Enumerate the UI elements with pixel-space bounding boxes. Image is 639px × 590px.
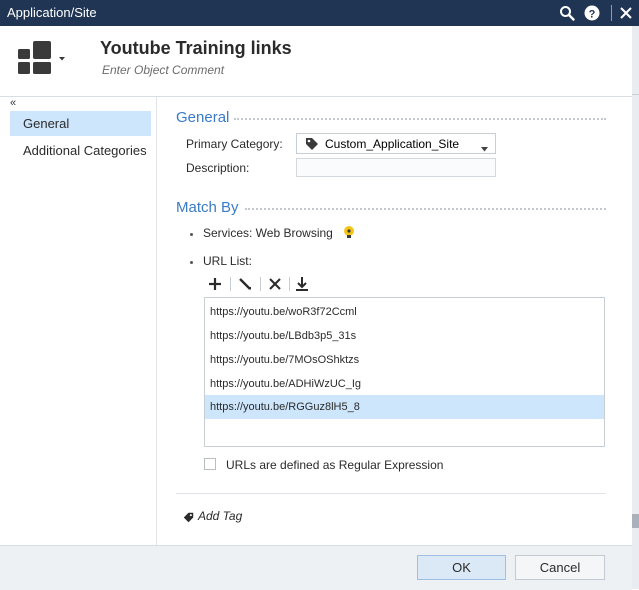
tag-icon: [183, 510, 194, 528]
add-tag-link[interactable]: Add Tag: [198, 509, 242, 523]
description-label: Description:: [186, 161, 250, 175]
url-list-label: URL List:: [203, 254, 252, 268]
toolbar-divider: [260, 277, 261, 291]
regex-checkbox-label[interactable]: URLs are defined as Regular Expression: [226, 458, 443, 472]
warning-bulb-icon: [342, 225, 356, 244]
bullet: [190, 233, 193, 236]
url-list-item[interactable]: https://youtu.be/LBdb3p5_31s: [205, 324, 604, 348]
cancel-button[interactable]: Cancel: [515, 555, 605, 580]
titlebar-divider: [611, 5, 612, 21]
toolbar-divider: [289, 277, 290, 291]
left-navigation: « General Additional Categories: [0, 97, 157, 545]
description-input[interactable]: [296, 158, 496, 177]
background-window-edge: [632, 26, 639, 589]
edit-icon[interactable]: [236, 275, 254, 293]
add-icon[interactable]: [206, 275, 224, 293]
svg-text:?: ?: [589, 8, 596, 20]
close-icon[interactable]: [616, 3, 636, 23]
services-label[interactable]: Services: Web Browsing: [203, 226, 333, 240]
url-list-item-selected[interactable]: https://youtu.be/RGGuz8lH5_8: [205, 395, 604, 419]
help-icon[interactable]: ?: [582, 3, 602, 23]
match-by-section-title: Match By: [176, 199, 239, 216]
collapse-nav-icon[interactable]: «: [10, 97, 16, 109]
title-bar: Application/Site ?: [0, 0, 639, 26]
delete-icon[interactable]: [266, 275, 284, 293]
nav-item-general[interactable]: General: [10, 111, 151, 136]
section-divider: [245, 208, 606, 210]
bullet: [190, 261, 193, 264]
section-divider: [234, 118, 606, 120]
ok-button[interactable]: OK: [417, 555, 506, 580]
nav-item-additional-categories[interactable]: Additional Categories: [10, 138, 151, 163]
url-list-item[interactable]: https://youtu.be/ADHiWzUC_Ig: [205, 372, 604, 396]
window-title: Application/Site: [7, 5, 97, 20]
url-list-item[interactable]: https://youtu.be/woR3f72Ccml: [205, 300, 604, 324]
general-section-title: General: [176, 109, 230, 126]
search-icon[interactable]: [557, 3, 577, 23]
divider: [176, 493, 606, 494]
import-icon[interactable]: [293, 275, 311, 293]
tag-icon: [305, 137, 319, 154]
object-title[interactable]: Youtube Training links: [100, 38, 292, 59]
chevron-down-icon: [481, 141, 488, 155]
url-list-item[interactable]: https://youtu.be/7MOsOShktzs: [205, 348, 604, 372]
object-type-icon[interactable]: [18, 41, 66, 75]
regex-checkbox[interactable]: [204, 458, 216, 470]
primary-category-dropdown[interactable]: Custom_Application_Site: [296, 133, 496, 154]
url-list[interactable]: https://youtu.be/woR3f72Ccml https://you…: [204, 297, 605, 447]
toolbar-divider: [230, 277, 231, 291]
primary-category-label: Primary Category:: [186, 137, 283, 151]
object-header: Youtube Training links Enter Object Comm…: [0, 26, 632, 97]
object-comment-field[interactable]: Enter Object Comment: [102, 63, 224, 77]
primary-category-value: Custom_Application_Site: [325, 137, 460, 151]
